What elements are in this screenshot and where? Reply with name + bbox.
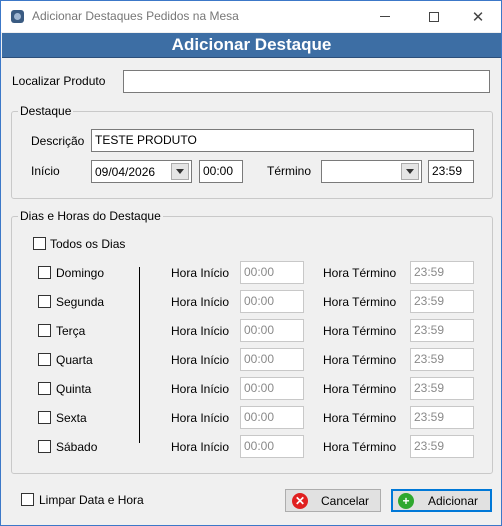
window-title: Adicionar Destaques Pedidos na Mesa	[32, 9, 239, 23]
maximize-icon	[429, 11, 439, 22]
dialog-window: Adicionar Destaques Pedidos na Mesa ✕ Ad…	[0, 0, 502, 526]
day-checkbox[interactable]	[38, 382, 51, 395]
hora-termino-input[interactable]: 23:59	[410, 406, 474, 429]
hora-inicio-label: Hora Início	[171, 295, 230, 309]
hora-termino-input[interactable]: 23:59	[410, 348, 474, 371]
search-label: Localizar Produto	[12, 74, 106, 88]
hora-termino-label: Hora Término	[323, 324, 397, 338]
hora-termino-input[interactable]: 23:59	[410, 377, 474, 400]
day-checkbox[interactable]	[38, 411, 51, 424]
limpar-data-hora-checkbox[interactable]	[21, 493, 34, 506]
todos-os-dias-label: Todos os Dias	[50, 237, 126, 251]
termino-date-dropdown-button[interactable]	[401, 163, 419, 180]
hora-inicio-input[interactable]: 00:00	[240, 406, 304, 429]
hora-termino-label: Hora Término	[323, 382, 397, 396]
inicio-date-dropdown-button[interactable]	[171, 163, 189, 180]
days-divider	[139, 267, 140, 443]
hora-inicio-label: Hora Início	[171, 266, 230, 280]
hora-termino-label: Hora Término	[323, 266, 397, 280]
hora-inicio-input[interactable]: 00:00	[240, 377, 304, 400]
termino-date-picker[interactable]	[321, 160, 422, 183]
destaque-group-title: Destaque	[18, 104, 74, 118]
descricao-label: Descrição	[31, 134, 85, 148]
inicio-date-value: 09/04/2026	[95, 165, 156, 179]
hora-inicio-label: Hora Início	[171, 440, 230, 454]
hora-inicio-input[interactable]: 00:00	[240, 261, 304, 284]
search-input[interactable]	[123, 70, 490, 93]
dias-group-title: Dias e Horas do Destaque	[18, 209, 163, 223]
termino-label: Término	[267, 164, 312, 178]
destaque-group: Destaque	[11, 104, 493, 199]
hora-termino-input[interactable]: 23:59	[410, 435, 474, 458]
page-title: Adicionar Destaque	[171, 35, 332, 54]
minimize-icon	[380, 16, 390, 17]
day-label: Quarta	[56, 353, 93, 367]
close-button[interactable]: ✕	[455, 1, 501, 32]
day-checkbox[interactable]	[38, 295, 51, 308]
hora-termino-input[interactable]: 23:59	[410, 290, 474, 313]
day-label: Segunda	[56, 295, 105, 309]
hora-inicio-label: Hora Início	[171, 382, 230, 396]
cancel-button[interactable]: ✕ Cancelar	[285, 489, 381, 512]
todos-os-dias-checkbox[interactable]	[33, 237, 46, 250]
title-bar[interactable]: Adicionar Destaques Pedidos na Mesa ✕	[1, 1, 501, 32]
close-icon: ✕	[471, 8, 485, 26]
hora-inicio-label: Hora Início	[171, 411, 230, 425]
descricao-input[interactable]: TESTE PRODUTO	[91, 129, 474, 152]
day-label: Domingo	[56, 266, 105, 280]
day-label: Quinta	[56, 382, 92, 396]
maximize-button[interactable]	[411, 1, 457, 32]
plus-circle-icon: +	[398, 493, 414, 509]
day-label: Sábado	[56, 440, 98, 454]
cancel-button-label: Cancelar	[321, 493, 370, 508]
header-band: Adicionar Destaque	[2, 33, 501, 58]
day-checkbox[interactable]	[38, 324, 51, 337]
day-label: Terça	[56, 324, 86, 338]
hora-inicio-input[interactable]: 00:00	[240, 290, 304, 313]
hora-termino-input[interactable]: 23:59	[410, 261, 474, 284]
x-circle-icon: ✕	[292, 493, 308, 509]
app-icon	[11, 10, 24, 23]
chevron-down-icon	[406, 169, 414, 174]
inicio-time-input[interactable]: 00:00	[199, 160, 243, 183]
hora-termino-label: Hora Término	[323, 295, 397, 309]
hora-termino-input[interactable]: 23:59	[410, 319, 474, 342]
day-checkbox[interactable]	[38, 353, 51, 366]
hora-inicio-input[interactable]: 00:00	[240, 435, 304, 458]
hora-inicio-label: Hora Início	[171, 353, 230, 367]
hora-inicio-label: Hora Início	[171, 324, 230, 338]
hora-termino-label: Hora Término	[323, 353, 397, 367]
hora-termino-label: Hora Término	[323, 411, 397, 425]
add-button[interactable]: + Adicionar	[391, 489, 492, 512]
limpar-data-hora-label: Limpar Data e Hora	[39, 493, 144, 507]
termino-time-input[interactable]: 23:59	[428, 160, 474, 183]
hora-inicio-input[interactable]: 00:00	[240, 348, 304, 371]
hora-inicio-input[interactable]: 00:00	[240, 319, 304, 342]
inicio-date-picker[interactable]: 09/04/2026	[91, 160, 192, 183]
day-label: Sexta	[56, 411, 87, 425]
hora-termino-label: Hora Término	[323, 440, 397, 454]
add-button-label: Adicionar	[428, 493, 479, 508]
chevron-down-icon	[176, 169, 184, 174]
day-checkbox[interactable]	[38, 440, 51, 453]
minimize-button[interactable]	[362, 1, 408, 32]
inicio-label: Início	[31, 164, 60, 178]
day-checkbox[interactable]	[38, 266, 51, 279]
